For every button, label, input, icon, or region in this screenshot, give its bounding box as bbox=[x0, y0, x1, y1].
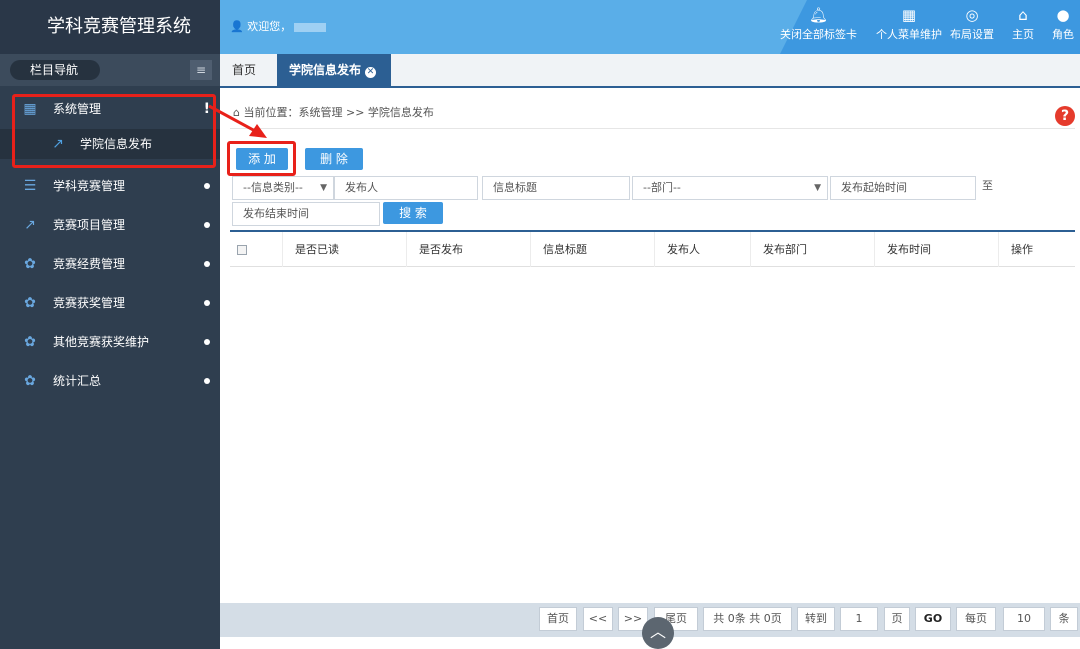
sidebar-item-label: 学科竞赛管理 bbox=[53, 179, 126, 193]
dot-icon bbox=[204, 300, 210, 306]
column-header-title[interactable]: 信息标题 bbox=[530, 232, 654, 267]
sidebar-item-competition[interactable]: ☰ 学科竞赛管理 bbox=[0, 167, 220, 206]
tab-college-info[interactable]: 学院信息发布 ✕ bbox=[277, 54, 391, 86]
help-icon[interactable]: ? bbox=[1055, 106, 1075, 126]
welcome-text: 👤 欢迎您， bbox=[230, 18, 327, 34]
divider bbox=[230, 128, 1075, 129]
pager-summary: 共 0条 共 0页 bbox=[703, 607, 792, 631]
server-icon: ☰ bbox=[23, 178, 37, 194]
search-button[interactable]: 搜 索 bbox=[383, 202, 443, 224]
sidebar-item-label: 统计汇总 bbox=[53, 374, 102, 388]
gear-icon: ✿ bbox=[24, 334, 36, 350]
app-title: 学科竞赛管理系统 bbox=[0, 0, 220, 54]
sidebar-item-statistics[interactable]: ✿ 统计汇总 bbox=[0, 362, 220, 401]
department-select[interactable]: --部门-- ▼ bbox=[632, 176, 828, 200]
tab-home[interactable]: 首页 bbox=[220, 54, 268, 86]
pager-first[interactable]: 首页 bbox=[539, 607, 577, 631]
column-header-department[interactable]: 发布部门 bbox=[750, 232, 874, 267]
scroll-top-icon[interactable]: ︿ bbox=[642, 617, 674, 649]
username-redacted bbox=[294, 22, 327, 32]
gear-icon: ✿ bbox=[24, 373, 36, 389]
pager-prev[interactable]: << bbox=[583, 607, 613, 631]
close-icon[interactable]: ✕ bbox=[365, 67, 377, 78]
button-label: 主页 bbox=[1012, 28, 1034, 41]
column-header-time[interactable]: 发布时间 bbox=[874, 232, 998, 267]
select-value: --信息类别-- bbox=[243, 181, 303, 194]
welcome-label: 欢迎您， bbox=[247, 20, 292, 33]
button-label: 角色 bbox=[1052, 28, 1074, 41]
home-icon: ⌂ bbox=[1018, 6, 1028, 24]
topbar: 👤 欢迎您， 🔔︎ 关闭全部标签卡 ▦ 个人菜单维护 ◎ 布局设置 ⌂ 主页 ● 角色 bbox=[220, 0, 1080, 54]
sidebar-item-label: 竞赛获奖管理 bbox=[53, 296, 126, 310]
pager-per-page-label: 每页 bbox=[956, 607, 996, 631]
pager-go-button[interactable]: GO bbox=[915, 607, 951, 631]
nav-header-label: 栏目导航 bbox=[10, 60, 100, 80]
category-select[interactable]: --信息类别-- ▼ bbox=[232, 176, 334, 200]
sidebar-item-label: 竞赛经费管理 bbox=[53, 257, 126, 271]
pager-page-input[interactable]: 1 bbox=[840, 607, 878, 631]
home-button[interactable]: ⌂ 主页 bbox=[1012, 4, 1034, 42]
select-value: --部门-- bbox=[643, 181, 681, 194]
sidebar-item-other-awards[interactable]: ✿ 其他竞赛获奖维护 bbox=[0, 323, 220, 362]
dot-icon bbox=[204, 339, 210, 345]
sidebar-item-project[interactable]: ↗ 竞赛项目管理 bbox=[0, 206, 220, 245]
chevron-down-icon: ▼ bbox=[814, 183, 821, 193]
column-header-published[interactable]: 是否发布 bbox=[406, 232, 530, 267]
dot-icon bbox=[204, 378, 210, 384]
sidebar-item-label: 其他竞赛获奖维护 bbox=[53, 335, 150, 349]
menu-toggle-icon[interactable]: ≡ bbox=[190, 60, 212, 80]
close-all-tabs-button[interactable]: 🔔︎ 关闭全部标签卡 bbox=[780, 4, 857, 42]
delete-button[interactable]: 删 除 bbox=[305, 148, 363, 170]
chevron-down-icon: ▼ bbox=[320, 183, 327, 193]
share-icon: ↗ bbox=[24, 217, 36, 233]
dot-icon bbox=[204, 183, 210, 189]
grid-icon: ▦ bbox=[901, 6, 917, 24]
dot-icon bbox=[204, 222, 210, 228]
nav-header: 栏目导航 ≡ bbox=[0, 54, 220, 86]
sidebar-item-label: 竞赛项目管理 bbox=[53, 218, 126, 232]
button-label: 个人菜单维护 bbox=[876, 28, 942, 41]
personal-menu-button[interactable]: ▦ 个人菜单维护 bbox=[876, 4, 942, 42]
start-time-input[interactable]: 发布起始时间 bbox=[830, 176, 976, 200]
sidebar-item-awards[interactable]: ✿ 竞赛获奖管理 bbox=[0, 284, 220, 323]
highlight-box-add bbox=[227, 141, 296, 176]
publisher-input[interactable]: 发布人 bbox=[334, 176, 478, 200]
layout-settings-button[interactable]: ◎ 布局设置 bbox=[950, 4, 994, 42]
pager-page-unit: 页 bbox=[884, 607, 910, 631]
button-label: 布局设置 bbox=[950, 28, 994, 41]
gear-icon: ✿ bbox=[24, 295, 36, 311]
gear-icon: ✿ bbox=[24, 256, 36, 272]
title-input[interactable]: 信息标题 bbox=[482, 176, 630, 200]
column-header-actions: 操作 bbox=[998, 232, 1075, 267]
range-separator: 至 bbox=[982, 179, 993, 192]
bell-icon: 🔔︎ bbox=[808, 6, 829, 24]
end-time-input[interactable]: 发布结束时间 bbox=[232, 202, 380, 226]
highlight-box-nav bbox=[12, 94, 216, 168]
column-header-publisher[interactable]: 发布人 bbox=[654, 232, 750, 267]
column-header-read[interactable]: 是否已读 bbox=[282, 232, 406, 267]
target-icon: ◎ bbox=[965, 6, 979, 24]
select-all-checkbox[interactable] bbox=[237, 245, 247, 255]
tab-label: 学院信息发布 bbox=[289, 63, 362, 77]
sidebar-item-funding[interactable]: ✿ 竞赛经费管理 bbox=[0, 245, 220, 284]
button-label: 关闭全部标签卡 bbox=[780, 28, 857, 41]
pager-per-page-unit: 条 bbox=[1050, 607, 1078, 631]
tab-bar: 首页 学院信息发布 ✕ bbox=[220, 54, 1080, 88]
role-button[interactable]: ● 角色 bbox=[1052, 4, 1074, 42]
table-header: 是否已读 是否发布 信息标题 发布人 发布部门 发布时间 操作 bbox=[230, 232, 1075, 267]
user-icon: 👤 bbox=[230, 20, 244, 33]
dot-icon bbox=[204, 261, 210, 267]
user-icon: ● bbox=[1056, 6, 1070, 24]
pager-goto-label: 转到 bbox=[797, 607, 835, 631]
pager-per-page-input[interactable]: 10 bbox=[1003, 607, 1045, 631]
